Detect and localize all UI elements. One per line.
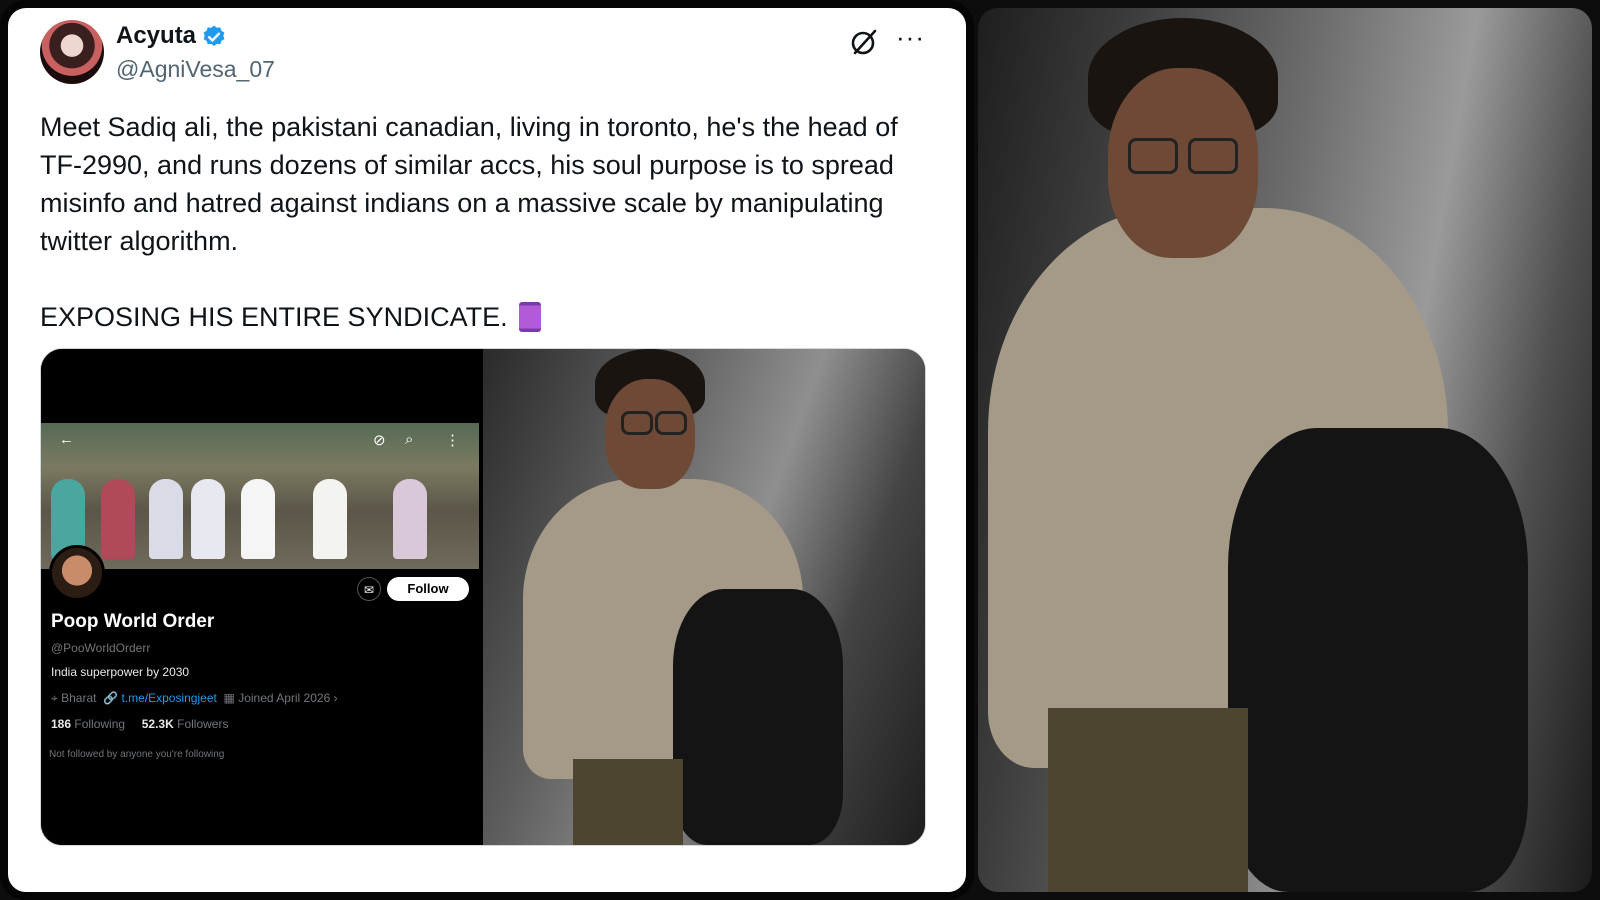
search-icon[interactable]: ⌕ xyxy=(405,431,413,448)
large-photo-man xyxy=(978,8,1592,892)
banner-figure xyxy=(191,479,225,559)
banner-figure xyxy=(241,479,275,559)
banner-figure xyxy=(313,479,347,559)
photo-glasses xyxy=(1128,138,1178,174)
photo-jacket xyxy=(673,589,843,845)
following-count[interactable]: 186 xyxy=(51,717,71,731)
banner-figure xyxy=(101,479,135,559)
photo-glasses xyxy=(655,411,687,435)
tweet-text-highlight: EXPOSING HIS ENTIRE SYNDICATE. xyxy=(40,298,930,336)
grok-icon[interactable] xyxy=(848,26,880,58)
photo-glasses xyxy=(1188,138,1238,174)
media-profile-screenshot[interactable]: ← ⊘ ⌕ ⋮ ✉ Follow Poop World Order @PooWo… xyxy=(41,349,479,845)
back-arrow-icon[interactable]: ← xyxy=(59,431,74,448)
profile-joined: Joined April 2026 xyxy=(238,691,331,705)
thread-emoji-icon xyxy=(519,302,542,332)
author-name[interactable]: Acyuta xyxy=(116,22,196,50)
follow-button[interactable]: Follow xyxy=(387,577,469,601)
followed-by-note: Not followed by anyone you're following xyxy=(49,749,225,760)
tweet-text: Meet Sadiq ali, the pakistani canadian, … xyxy=(40,112,898,256)
followers-count[interactable]: 52.3K xyxy=(142,717,174,731)
banner-figure xyxy=(393,479,427,559)
chevron-right-icon: › xyxy=(333,691,338,705)
profile-bio: India superpower by 2030 xyxy=(51,665,190,679)
profile-meta: ⌖ Bharat 🔗 t.me/Exposingjeet ▦ Joined Ap… xyxy=(51,691,338,706)
photo-pants xyxy=(1048,708,1248,892)
grok-mini-icon[interactable]: ⊘ xyxy=(373,431,386,449)
profile-link[interactable]: t.me/Exposingjeet xyxy=(121,691,216,705)
menu-icon[interactable]: ⋮ xyxy=(445,431,460,449)
mail-icon[interactable]: ✉ xyxy=(357,577,381,601)
profile-avatar[interactable] xyxy=(49,545,105,601)
more-icon[interactable]: ··· xyxy=(896,24,925,50)
tweet-media-grid[interactable]: ← ⊘ ⌕ ⋮ ✉ Follow Poop World Order @PooWo… xyxy=(40,348,926,846)
profile-stats: 186 Following 52.3K Followers xyxy=(51,717,228,731)
link-icon: 🔗 xyxy=(103,691,119,705)
profile-handle: @PooWorldOrderr xyxy=(51,641,151,655)
followers-label[interactable]: Followers xyxy=(177,717,228,731)
photo-pants xyxy=(573,759,683,845)
following-label[interactable]: Following xyxy=(74,717,125,731)
calendar-icon: ▦ xyxy=(223,691,235,705)
tweet-text-syndicate: EXPOSING HIS ENTIRE SYNDICATE. xyxy=(40,302,508,332)
author-avatar[interactable] xyxy=(40,20,104,84)
profile-location: Bharat xyxy=(61,691,97,705)
profile-banner: ← ⊘ ⌕ ⋮ xyxy=(41,423,479,569)
profile-name: Poop World Order xyxy=(51,611,215,632)
photo-glasses xyxy=(621,411,653,435)
banner-figure xyxy=(149,479,183,559)
media-photo-man[interactable] xyxy=(483,349,925,845)
location-icon: ⌖ xyxy=(51,691,58,705)
tweet-card[interactable]: Acyuta @AgniVesa_07 ··· Meet Sadiq ali, … xyxy=(0,0,974,900)
photo-jacket xyxy=(1228,428,1528,892)
verified-badge-icon xyxy=(203,25,225,46)
author-handle[interactable]: @AgniVesa_07 xyxy=(116,56,275,83)
